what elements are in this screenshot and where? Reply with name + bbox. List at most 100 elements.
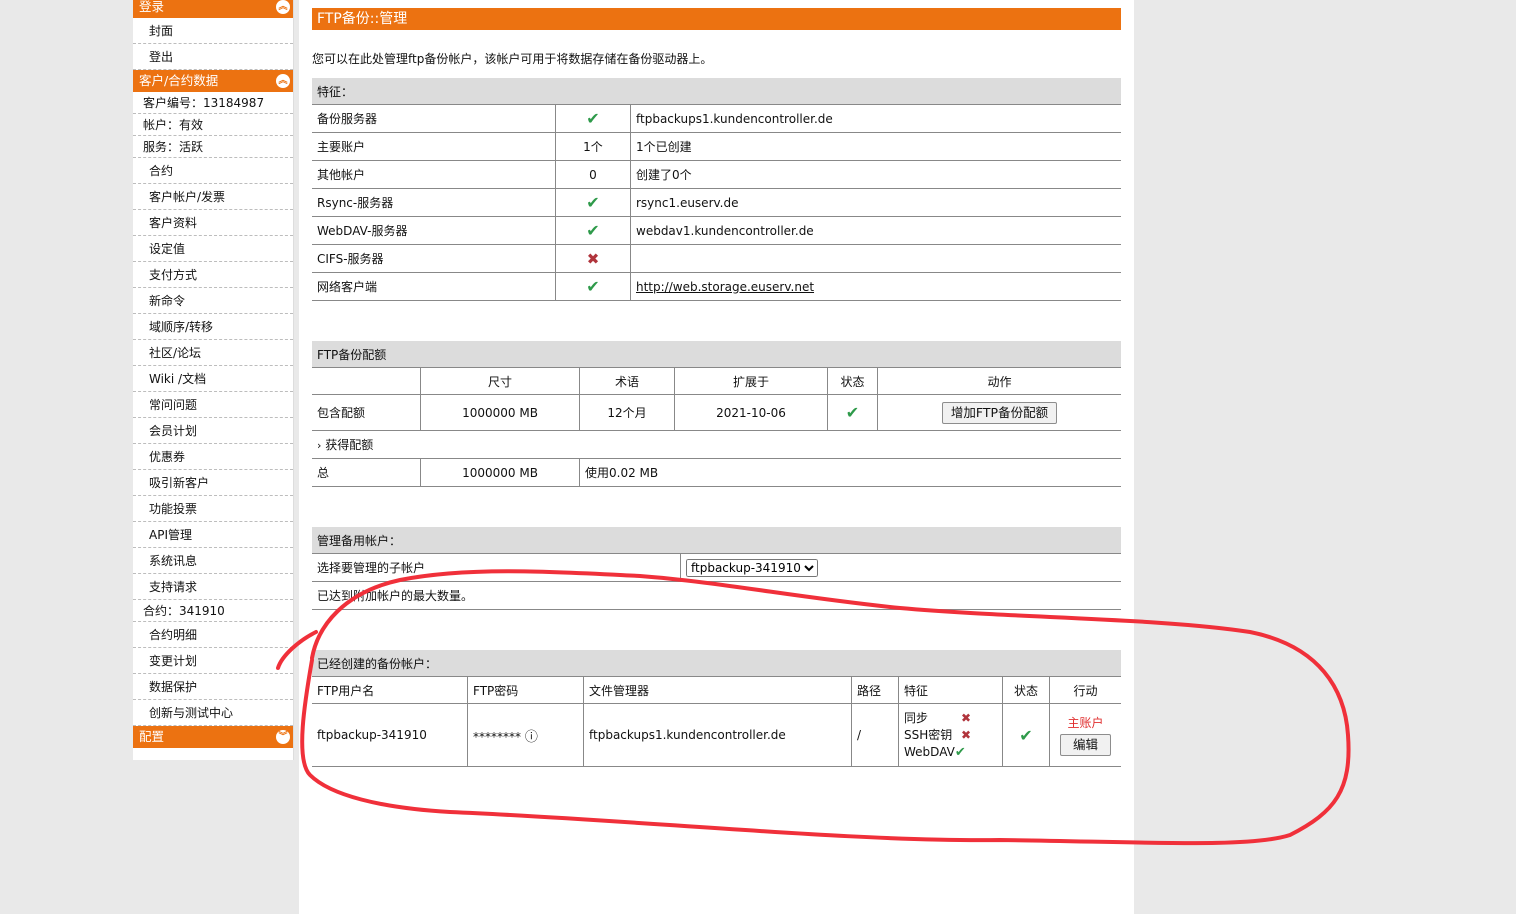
check-icon: ✔ (1019, 725, 1033, 745)
sidebar-item-customer-13[interactable]: 功能投票 (133, 496, 293, 522)
sidebar-item-customer-3[interactable]: 设定值 (133, 236, 293, 262)
sidebar-item-customer-6[interactable]: 域顺序/转移 (133, 314, 293, 340)
manage-table: 管理备用帐户： 选择要管理的子帐户 ftpbackup-341910 已达到附加… (312, 527, 1121, 610)
select-subaccount-label: 选择要管理的子帐户 (312, 553, 681, 582)
chevron-up-icon[interactable]: ︽ (276, 74, 290, 88)
sidebar-header-customer[interactable]: 客户/合约数据 ︽ (133, 70, 293, 92)
sidebar-item-customer-2[interactable]: 客户资料 (133, 210, 293, 236)
feature-flag: SSH密钥 ✖ (904, 727, 997, 744)
chevron-right-icon[interactable]: › (317, 439, 321, 452)
features-table: 特征： 备份服务器 ✔ ftpbackups1.kundencontroller.d… (312, 78, 1121, 301)
sidebar-item-customer-16[interactable]: 支持请求 (133, 574, 293, 600)
path-value: / (851, 703, 899, 767)
quota-col-blank (312, 367, 421, 395)
web-client-link[interactable]: http://web.storage.euserv.net (636, 280, 814, 294)
sidebar-item-contract-2[interactable]: 数据保护 (133, 674, 293, 700)
edit-button[interactable]: 编辑 (1059, 734, 1111, 756)
page-title: FTP备份::管理 (312, 8, 1121, 30)
feature-value: 创建了0个 (636, 168, 692, 182)
table-row: WebDAV-服务器 ✔ webdav1.kundencontroller.de (312, 216, 1121, 245)
check-icon: ✔ (586, 221, 600, 240)
subaccount-select[interactable]: ftpbackup-341910 (686, 558, 818, 577)
sidebar-item-customer-4[interactable]: 支付方式 (133, 262, 293, 288)
quota-included-label: 包含配额 (312, 394, 421, 431)
quota-row-obtained[interactable]: › 获得配额 (312, 430, 1121, 459)
service-status: 服务：活跃 (133, 136, 293, 158)
intro-text: 您可以在此处管理ftp备份帐户，该帐户可用于将数据存储在备份驱动器上。 (312, 52, 713, 66)
table-row: 备份服务器 ✔ ftpbackups1.kundencontroller.de (312, 104, 1121, 133)
customer-number: 客户编号：13184987 (133, 92, 293, 114)
ftp-username: ftpbackup-341910 (312, 703, 468, 767)
sidebar-item-customer-1[interactable]: 客户帐户/发票 (133, 184, 293, 210)
feature-value: 1个已创建 (636, 140, 692, 154)
sidebar-item-customer-7[interactable]: 社区/论坛 (133, 340, 293, 366)
table-row: Rsync-服务器 ✔ rsync1.euserv.de (312, 188, 1121, 217)
sidebar-header-label: 登录 (139, 0, 165, 14)
cross-icon: ✖ (961, 710, 972, 725)
accounts-header: 已经创建的备份帐户： (312, 650, 1121, 677)
feature-flag: WebDAV✔ (904, 744, 997, 761)
feature-count: 0 (589, 167, 597, 182)
table-row: 其他帐户 0 创建了0个 (312, 160, 1121, 189)
obtained-quota-toggle[interactable]: 获得配额 (325, 438, 373, 452)
sidebar-item-customer-0[interactable]: 合约 (133, 158, 293, 184)
max-accounts-note: 已达到附加帐户的最大数量。 (312, 581, 1121, 610)
sidebar-item-customer-9[interactable]: 常问问题 (133, 392, 293, 418)
quota-total-used: 使用0.02 MB (579, 458, 1121, 487)
sidebar-header-config[interactable]: 配置 ︾ (133, 726, 293, 748)
feature-flag-label: WebDAV (904, 744, 955, 759)
quota-included-term: 12个月 (579, 394, 675, 431)
feature-value: webdav1.kundencontroller.de (636, 223, 814, 238)
accounts-table: 已经创建的备份帐户： FTP用户名 FTP密码 文件管理器 路径 特征 状态 行… (312, 650, 1121, 767)
main-panel: FTP备份::管理 您可以在此处管理ftp备份帐户，该帐户可用于将数据存储在备份… (299, 0, 1134, 914)
ftp-password: ******** (473, 729, 521, 744)
col-file-manager: 文件管理器 (583, 676, 852, 704)
feature-count: 1个 (583, 140, 603, 154)
check-icon: ✔ (954, 744, 966, 760)
col-ftp-username: FTP用户名 (312, 676, 468, 704)
info-icon[interactable]: ⓘ (525, 730, 538, 745)
feature-name: WebDAV-服务器 (312, 216, 556, 245)
sidebar-item-contract-3[interactable]: 创新与测试中心 (133, 700, 293, 726)
chevron-up-icon[interactable]: ︽ (276, 0, 290, 14)
sidebar-item-cover[interactable]: 封面 (133, 18, 293, 44)
cross-icon: ✖ (961, 727, 972, 742)
col-ftp-password: FTP密码 (467, 676, 584, 704)
main-account-link[interactable]: 主账户 (1055, 714, 1116, 731)
sidebar-item-customer-8[interactable]: Wiki /文档 (133, 366, 293, 392)
table-row: ftpbackup-341910 ******** ⓘ ftpbackups1.… (312, 703, 1121, 767)
sidebar-item-logout[interactable]: 登出 (133, 44, 293, 70)
sidebar-item-customer-10[interactable]: 会员计划 (133, 418, 293, 444)
sidebar-item-customer-14[interactable]: API管理 (133, 522, 293, 548)
quota-table: FTP备份配额 尺寸 术语 扩展于 状态 动作 包含配额 1000000 MB … (312, 341, 1121, 487)
sidebar: 登录 ︽ 封面 登出 客户/合约数据 ︽ 客户编号：13184987 帐户：有效… (133, 0, 294, 760)
sidebar-item-customer-12[interactable]: 吸引新客户 (133, 470, 293, 496)
feature-name: CIFS-服务器 (312, 244, 556, 273)
feature-value: rsync1.euserv.de (636, 195, 739, 210)
sidebar-item-contract-0[interactable]: 合约明细 (133, 622, 293, 648)
features-header: 特征： (312, 78, 1121, 105)
sidebar-header-label: 配置 (139, 729, 165, 744)
col-features: 特征 (898, 676, 1003, 704)
chevron-down-icon[interactable]: ︾ (276, 730, 290, 744)
feature-name: 其他帐户 (312, 160, 556, 189)
feature-name: 主要账户 (312, 132, 556, 161)
col-action: 行动 (1049, 676, 1121, 704)
feature-flag: 同步 ✖ (904, 710, 997, 727)
manage-header: 管理备用帐户： (312, 527, 1121, 554)
sidebar-item-customer-15[interactable]: 系统讯息 (133, 548, 293, 574)
increase-quota-button[interactable]: 增加FTP备份配额 (941, 401, 1058, 424)
quota-total-label: 总 (312, 458, 421, 487)
table-row: 主要账户 1个 1个已创建 (312, 132, 1121, 161)
quota-row-total: 总 1000000 MB 使用0.02 MB (312, 458, 1121, 487)
sidebar-item-customer-5[interactable]: 新命令 (133, 288, 293, 314)
feature-flag-label: SSH密钥 (904, 727, 953, 742)
sidebar-item-contract-1[interactable]: 变更计划 (133, 648, 293, 674)
account-status: 帐户：有效 (133, 114, 293, 136)
col-path: 路径 (851, 676, 899, 704)
quota-included-size: 1000000 MB (420, 394, 580, 431)
features-cell: 同步 ✖ SSH密钥 ✖ WebDAV✔ (898, 703, 1003, 767)
check-icon: ✔ (586, 277, 600, 296)
sidebar-header-login[interactable]: 登录 ︽ (133, 0, 293, 18)
sidebar-item-customer-11[interactable]: 优惠券 (133, 444, 293, 470)
